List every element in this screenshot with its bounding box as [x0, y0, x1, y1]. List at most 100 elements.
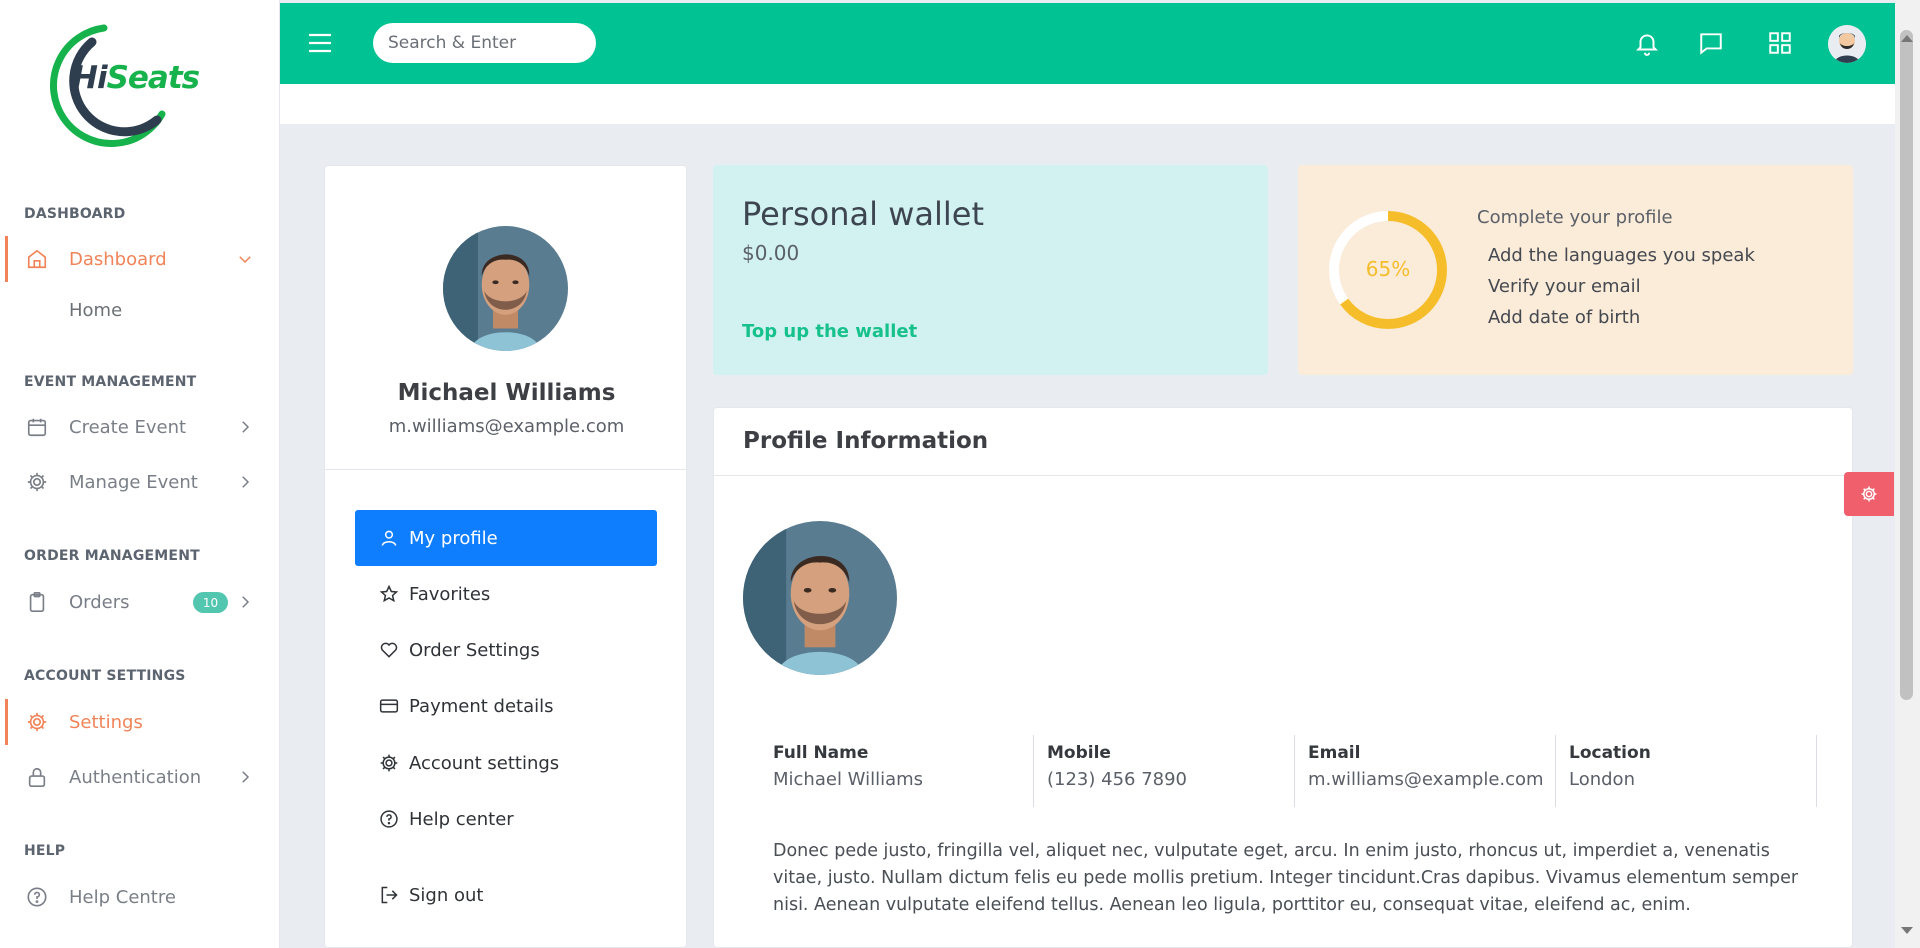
profile-information-card: Profile Information Full Name Michael Wi… [713, 407, 1853, 948]
chevron-down-icon [239, 256, 251, 264]
chevron-right-icon [242, 476, 250, 488]
scroll-up-arrow-icon[interactable] [1901, 35, 1913, 42]
sidebar-item-help-centre[interactable]: Help Centre [0, 874, 264, 920]
profile-task-item[interactable]: Add the languages you speak [1488, 245, 1755, 266]
gear-icon [380, 754, 398, 772]
divider [325, 469, 686, 470]
sidebar-item-label: Dashboard [69, 248, 167, 270]
sidebar-item-label: Create Event [69, 416, 187, 438]
sign-out-icon [381, 886, 398, 904]
menu-item-order-settings[interactable]: Order Settings [355, 622, 657, 678]
field-location: Location London [1556, 735, 1817, 807]
profile-photo-large [743, 521, 897, 675]
profile-information-title: Profile Information [743, 428, 989, 454]
clipboard-icon [29, 592, 45, 612]
scrollbar-thumb[interactable] [1900, 30, 1913, 700]
field-label: Full Name [773, 743, 869, 763]
field-label: Location [1569, 743, 1651, 763]
home-icon [27, 249, 47, 269]
heart-icon [380, 642, 398, 658]
profile-bio: Donec pede justo, fringilla vel, aliquet… [773, 841, 1799, 915]
wallet-card: Personal wallet $0.00 Top up the wallet [713, 165, 1268, 375]
profile-photo [443, 226, 568, 351]
profile-card: Michael Williams m.williams@example.com … [324, 165, 687, 948]
menu-item-my-profile[interactable]: My profile [355, 510, 657, 566]
field-label: Mobile [1047, 743, 1111, 763]
bell-icon[interactable] [1634, 30, 1660, 56]
profile-name: Michael Williams [397, 380, 616, 406]
top-up-wallet-link[interactable]: Top up the wallet [742, 321, 917, 342]
divider [714, 475, 1852, 476]
calendar-icon [27, 418, 47, 437]
menu-item-label: Sign out [409, 884, 484, 906]
field-full-name: Full Name Michael Williams [773, 735, 1034, 807]
sidebar-item-label: Help Centre [69, 886, 176, 908]
sidebar-subitem-home[interactable]: Home [69, 300, 122, 321]
gear-icon [27, 712, 47, 732]
gear-icon [27, 472, 47, 492]
menu-item-payment-details[interactable]: Payment details [355, 678, 657, 734]
complete-profile-card: 65% Complete your profile Add the langua… [1298, 165, 1853, 375]
user-icon [381, 530, 397, 546]
sidebar-item-label: Authentication [69, 766, 202, 788]
complete-profile-title: Complete your profile [1477, 207, 1673, 228]
field-email: Email m.williams@example.com [1295, 735, 1556, 807]
sidebar-item-label: Manage Event [69, 471, 198, 493]
floating-settings-button[interactable] [1844, 472, 1894, 516]
section-title-help: HELP [24, 843, 66, 859]
user-avatar[interactable] [1828, 25, 1866, 63]
wallet-title: Personal wallet [742, 195, 984, 233]
scroll-down-arrow-icon[interactable] [1901, 927, 1913, 934]
logo-text: HiSeats [72, 60, 200, 96]
top-header [280, 3, 1895, 84]
sidebar-item-manage-event[interactable]: Manage Event [0, 459, 264, 505]
search-input[interactable] [373, 23, 596, 63]
menu-item-label: Help center [409, 808, 514, 830]
field-value: London [1569, 769, 1635, 790]
menu-item-label: My profile [409, 527, 498, 549]
wallet-amount: $0.00 [742, 241, 800, 265]
user-avatar-icon [1828, 25, 1866, 63]
sidebar-item-label: Settings [69, 711, 143, 733]
menu-item-label: Favorites [409, 583, 491, 605]
orders-count-badge: 10 [193, 592, 228, 613]
sidebar-item-create-event[interactable]: Create Event [0, 404, 264, 450]
field-value: m.williams@example.com [1308, 769, 1544, 790]
profile-progress-label: 65% [1365, 257, 1411, 281]
chevron-right-icon [242, 421, 250, 433]
help-circle-icon [27, 887, 47, 907]
section-title-account-settings: ACCOUNT SETTINGS [24, 668, 186, 684]
field-value: (123) 456 7890 [1047, 769, 1188, 790]
section-title-dashboard: DASHBOARD [24, 206, 126, 222]
lock-icon [28, 767, 46, 787]
menu-item-help-center[interactable]: Help center [355, 791, 657, 847]
sidebar: HiSeats DASHBOARD Dashboard Home EVENT M… [0, 0, 280, 948]
field-value: Michael Williams [773, 769, 924, 790]
profile-task-item[interactable]: Add date of birth [1488, 307, 1640, 328]
sidebar-item-dashboard[interactable]: Dashboard [0, 236, 264, 282]
gear-icon [1861, 486, 1877, 502]
credit-card-icon [379, 699, 399, 713]
apps-grid-icon[interactable] [1767, 30, 1793, 56]
brand-logo[interactable]: HiSeats [22, 22, 200, 152]
header-subbar [280, 84, 1895, 124]
menu-item-account-settings[interactable]: Account settings [355, 735, 657, 791]
menu-item-sign-out[interactable]: Sign out [355, 867, 657, 923]
field-label: Email [1308, 743, 1361, 763]
sidebar-item-orders[interactable]: Orders 10 [0, 579, 264, 625]
menu-item-label: Payment details [409, 695, 554, 717]
help-circle-icon [380, 810, 398, 828]
chevron-right-icon [242, 596, 250, 608]
menu-icon[interactable] [308, 33, 332, 53]
field-mobile: Mobile (123) 456 7890 [1034, 735, 1295, 807]
menu-item-label: Account settings [409, 752, 560, 774]
chat-icon[interactable] [1698, 30, 1724, 56]
sidebar-item-settings[interactable]: Settings [0, 699, 264, 745]
sidebar-item-label: Orders [69, 591, 130, 613]
profile-task-item[interactable]: Verify your email [1488, 276, 1641, 297]
menu-item-favorites[interactable]: Favorites [355, 566, 657, 622]
sidebar-item-authentication[interactable]: Authentication [0, 754, 264, 800]
section-title-order-management: ORDER MANAGEMENT [24, 548, 200, 564]
chevron-right-icon [242, 771, 250, 783]
star-icon [379, 584, 399, 603]
